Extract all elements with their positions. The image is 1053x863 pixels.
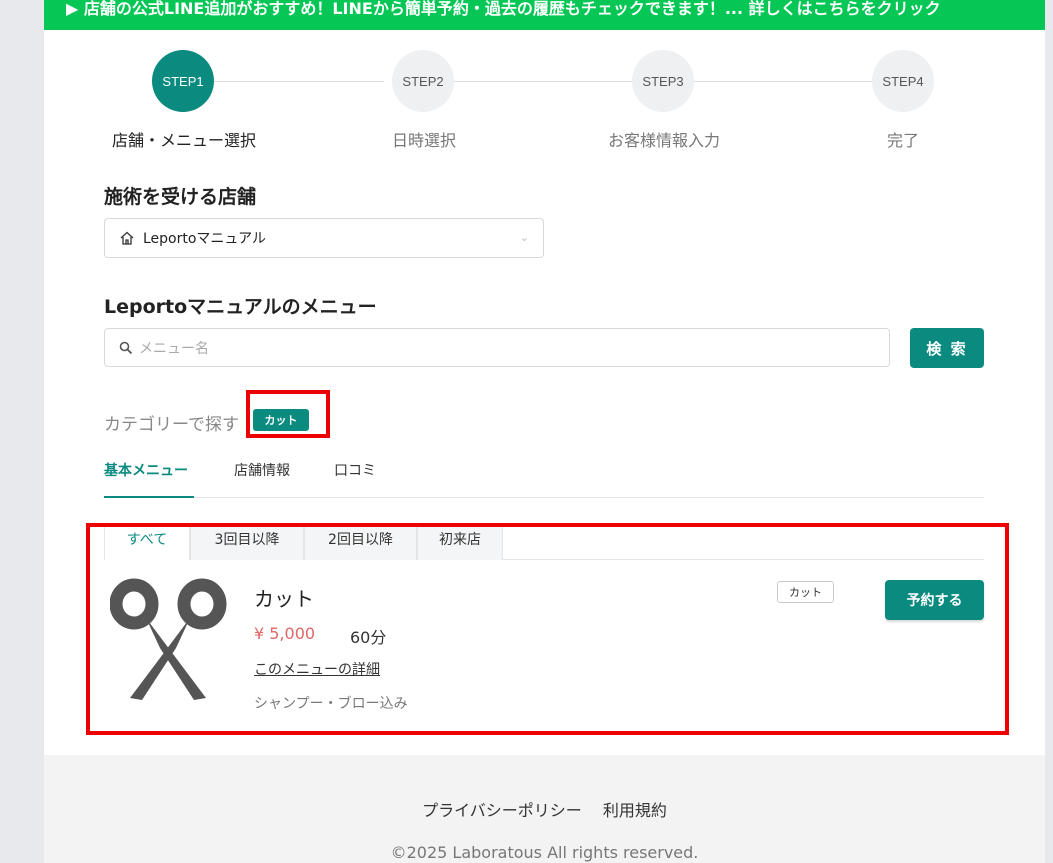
step-connector xyxy=(454,81,634,82)
search-button[interactable]: 検 索 xyxy=(910,328,984,368)
search-icon xyxy=(119,341,133,354)
footer: プライバシーポリシー 利用規約 ©2025 Laboratous All rig… xyxy=(44,755,1045,863)
store-heading: 施術を受ける店舗 xyxy=(104,186,257,208)
step-connector xyxy=(694,81,874,82)
main-tabs: 基本メニュー 店舗情報 口コミ xyxy=(104,460,984,498)
reserve-button[interactable]: 予約する xyxy=(885,580,984,620)
footer-links: プライバシーポリシー 利用規約 xyxy=(44,797,1045,821)
privacy-policy-link[interactable]: プライバシーポリシー xyxy=(422,801,582,820)
tab-store-info[interactable]: 店舗情報 xyxy=(234,460,290,498)
page-gutter xyxy=(1045,0,1053,863)
chevron-down-icon: ⌄ xyxy=(519,231,529,244)
step-3-label: お客様情報入力 xyxy=(607,131,721,150)
scissors-icon xyxy=(110,578,227,700)
step-2-label: 日時選択 xyxy=(391,131,457,150)
step-1-circle: STEP1 xyxy=(152,50,214,112)
line-banner[interactable]: ▶ 店舗の公式LINE追加がおすすめ！LINEから簡単予約・過去の履歴もチェック… xyxy=(44,0,1045,30)
step-4-circle: STEP4 xyxy=(872,50,934,112)
store-select-value: Leportoマニュアル xyxy=(143,231,267,247)
menu-item-category-tag: カット xyxy=(777,581,834,603)
step-3-circle: STEP3 xyxy=(632,50,694,112)
tab-basic-menu[interactable]: 基本メニュー xyxy=(104,460,194,498)
tab-reviews[interactable]: 口コミ xyxy=(334,460,376,498)
menu-item-duration: 60分 xyxy=(350,628,387,647)
line-banner-text[interactable]: ▶ 店舗の公式LINE追加がおすすめ！LINEから簡単予約・過去の履歴もチェック… xyxy=(66,0,941,18)
menu-detail-link[interactable]: このメニューの詳細 xyxy=(254,659,380,679)
step-4-label: 完了 xyxy=(886,131,920,150)
menu-search-input[interactable]: メニュー名 xyxy=(104,328,890,367)
terms-link[interactable]: 利用規約 xyxy=(603,801,667,820)
step-connector xyxy=(214,81,384,82)
home-icon xyxy=(120,231,134,245)
search-placeholder: メニュー名 xyxy=(139,340,209,357)
menu-item-price: ¥ 5,000 xyxy=(254,624,316,643)
copyright: ©2025 Laboratous All rights reserved. xyxy=(390,843,699,862)
step-2-circle: STEP2 xyxy=(392,50,454,112)
store-select[interactable]: Leportoマニュアル ⌄ xyxy=(104,218,544,258)
menu-heading: Leportoマニュアルのメニュー xyxy=(104,296,377,318)
step-1-label: 店舗・メニュー選択 xyxy=(111,131,257,150)
category-label: カテゴリーで探す xyxy=(104,415,239,435)
menu-item-description: シャンプー・ブロー込み xyxy=(254,696,408,712)
highlight-box xyxy=(246,390,330,438)
menu-item-name: カット xyxy=(254,587,314,611)
